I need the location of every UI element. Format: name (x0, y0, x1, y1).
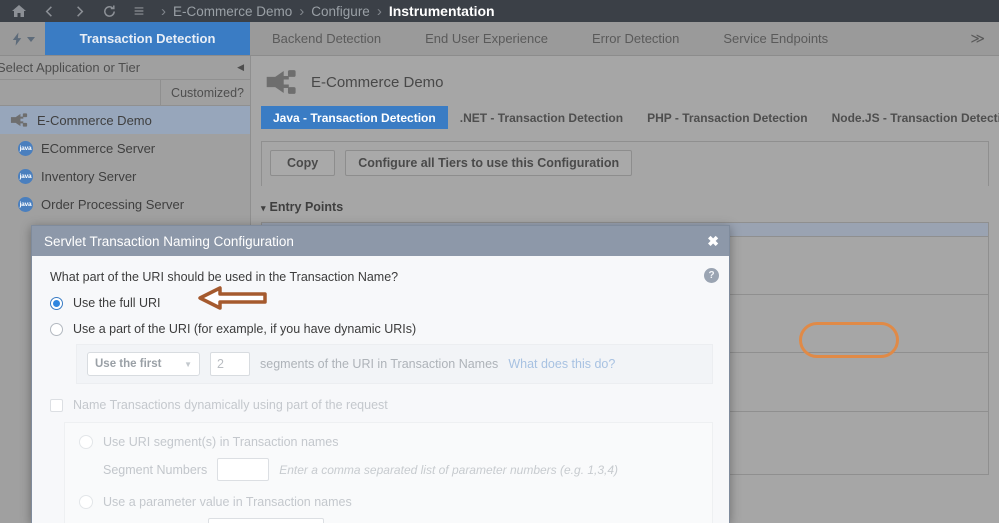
segment-numbers-input[interactable] (217, 458, 270, 481)
java-icon: java (18, 168, 33, 184)
sidebar-header-label: Select Application or Tier (0, 60, 141, 75)
dialog-question: What part of the URI should be used in t… (50, 270, 399, 284)
segment-position-select[interactable]: Use the first ▼ (87, 352, 200, 376)
dialog-header: Servlet Transaction Naming Configuration… (32, 226, 729, 256)
sidebar-item-label-3: Order Processing Server (41, 196, 185, 212)
sidebar-item-e-commerce-demo[interactable]: E-Commerce Demo (0, 106, 250, 134)
checkbox-dynamic-naming[interactable] (50, 398, 63, 412)
subtab-java-transaction-detection[interactable]: Java - Transaction Detection (261, 106, 448, 129)
dynamic-naming-options-panel: Use URI segment(s) in Transaction names … (64, 422, 713, 523)
breadcrumb-item-2: Instrumentation (388, 3, 495, 19)
segment-position-value: Use the first (95, 358, 162, 370)
sidebar-collapse-icon[interactable]: ◀ (237, 62, 244, 73)
servlet-naming-dialog: Servlet Transaction Naming Configuration… (31, 225, 730, 523)
app-root: › E-Commerce Demo › Configure › Instrume… (0, 0, 999, 523)
back-icon[interactable] (34, 0, 64, 22)
dynamic-naming-checkbox-row[interactable]: Name Transactions dynamically using part… (50, 398, 713, 412)
entry-points-section-header[interactable]: ▾ Entry Points (261, 200, 999, 214)
sidebar-header: Select Application or Tier ◀ (0, 56, 250, 80)
sidebar-item-label-0: E-Commerce Demo (37, 112, 152, 128)
sidebar-item-ecommerce-server[interactable]: java ECommerce Server (0, 134, 250, 162)
radio-uri-segments[interactable] (79, 435, 93, 449)
refresh-icon[interactable] (94, 0, 124, 22)
tab-error-detection[interactable]: Error Detection (570, 22, 701, 55)
tab-transaction-detection[interactable]: Transaction Detection (45, 22, 250, 55)
application-icon (265, 68, 299, 96)
customized-column-header: Customized? (160, 80, 250, 105)
segment-numbers-field-row: Segment Numbers Enter a comma separated … (103, 458, 698, 481)
radio-full-uri[interactable] (50, 296, 63, 310)
option-parameter-value-label: Use a parameter value in Transaction nam… (103, 495, 352, 509)
tab-overflow-button[interactable]: ≫ (956, 22, 999, 55)
sidebar-item-label-1: ECommerce Server (41, 140, 156, 156)
what-does-this-do-link[interactable]: What does this do? (508, 357, 615, 371)
chevron-down-icon: ▼ (184, 359, 192, 369)
radio-parameter-value[interactable] (79, 495, 93, 509)
dynamic-naming-label: Name Transactions dynamically using part… (73, 398, 388, 412)
copy-button[interactable]: Copy (270, 150, 336, 176)
java-icon: java (18, 140, 33, 156)
application-icon (10, 112, 29, 128)
radio-part-uri[interactable] (50, 322, 63, 336)
menu-icon[interactable] (124, 0, 154, 22)
option-parameter-value[interactable]: Use a parameter value in Transaction nam… (79, 495, 698, 509)
option-full-uri-label: Use the full URI (73, 296, 161, 310)
forward-icon[interactable] (64, 0, 94, 22)
breadcrumb-separator-1: › (299, 2, 305, 20)
subtab-nodejs-transaction-detection[interactable]: Node.JS - Transaction Detection (820, 106, 999, 129)
dialog-body: ? What part of the URI should be used in… (32, 256, 729, 523)
option-uri-segments-label: Use URI segment(s) in Transaction names (103, 435, 339, 449)
segment-config-panel: Use the first ▼ 2 segments of the URI in… (76, 344, 713, 384)
help-icon[interactable]: ? (704, 268, 719, 283)
parameter-name-field-row: Parameter Name (103, 518, 698, 523)
close-icon[interactable]: ✖ (707, 233, 719, 250)
subtab-net-transaction-detection[interactable]: .NET - Transaction Detection (448, 106, 635, 129)
home-icon[interactable] (4, 0, 34, 22)
sidebar-column-header: Customized? (0, 80, 250, 106)
top-navigation-bar: › E-Commerce Demo › Configure › Instrume… (0, 0, 999, 22)
breadcrumb-separator-2: › (376, 2, 382, 20)
breadcrumb-separator-0: › (161, 2, 166, 20)
application-title-row: E-Commerce Demo (251, 56, 999, 106)
java-icon: java (18, 196, 33, 212)
segment-numbers-hint: Enter a comma separated list of paramete… (279, 462, 619, 477)
tab-end-user-experience[interactable]: End User Experience (403, 22, 570, 55)
option-part-uri[interactable]: Use a part of the URI (for example, if y… (50, 322, 713, 336)
sidebar-item-inventory-server[interactable]: java Inventory Server (0, 162, 250, 190)
option-part-uri-label: Use a part of the URI (for example, if y… (73, 322, 417, 336)
tab-backend-detection[interactable]: Backend Detection (250, 22, 403, 55)
tab-service-endpoints[interactable]: Service Endpoints (701, 22, 850, 55)
language-subtabs: Java - Transaction Detection .NET - Tran… (261, 106, 999, 129)
actions-bolt-button[interactable] (0, 22, 45, 55)
parameter-name-input[interactable] (208, 518, 325, 523)
chevron-down-icon: ▾ (261, 203, 266, 213)
breadcrumb-item-0[interactable]: E-Commerce Demo (173, 4, 292, 19)
main-tab-strip: Transaction Detection Backend Detection … (0, 22, 999, 56)
action-button-row: Copy Configure all Tiers to use this Con… (261, 141, 989, 186)
configure-all-tiers-button[interactable]: Configure all Tiers to use this Configur… (345, 150, 633, 176)
option-uri-segments[interactable]: Use URI segment(s) in Transaction names (79, 435, 698, 449)
subtab-php-transaction-detection[interactable]: PHP - Transaction Detection (635, 106, 819, 129)
page-title: E-Commerce Demo (311, 73, 444, 91)
sidebar-item-label-2: Inventory Server (41, 168, 137, 184)
segment-description: segments of the URI in Transaction Names (260, 357, 499, 371)
entry-points-label: Entry Points (269, 200, 344, 214)
option-full-uri[interactable]: Use the full URI (50, 296, 713, 310)
breadcrumb-item-1[interactable]: Configure (311, 4, 370, 19)
segment-numbers-label: Segment Numbers (103, 462, 208, 477)
dialog-title: Servlet Transaction Naming Configuration (44, 233, 294, 249)
segment-count-input[interactable]: 2 (210, 352, 250, 376)
sidebar-item-order-processing-server[interactable]: java Order Processing Server (0, 190, 250, 218)
